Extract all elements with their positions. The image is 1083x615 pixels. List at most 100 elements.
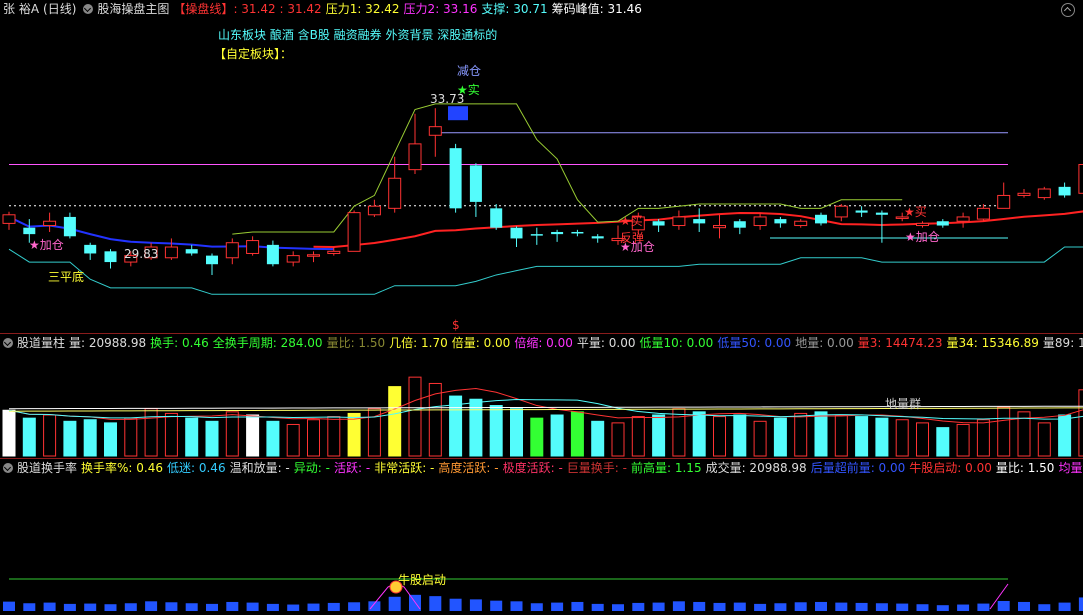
candle-body	[490, 208, 503, 228]
volume-bar	[266, 420, 280, 457]
volume-bar	[307, 419, 320, 457]
label-buy-3: ★买	[904, 205, 927, 219]
volume-bar	[408, 376, 422, 457]
candle-body	[652, 221, 665, 226]
volume-bar	[225, 411, 239, 457]
turnover-bar	[652, 602, 665, 611]
label-add-position-3: ★加仓	[905, 230, 940, 244]
candle-body	[43, 220, 57, 227]
candle-body	[875, 212, 888, 215]
candle-body	[936, 221, 949, 226]
volume-bar	[611, 422, 625, 457]
candle-body	[794, 220, 808, 227]
volume-bar	[489, 405, 503, 457]
turnover-bar	[571, 601, 584, 611]
volume-bar	[692, 411, 706, 457]
turnover-bar	[429, 596, 442, 611]
turnover-bar	[449, 598, 462, 611]
volume-bar	[794, 412, 808, 457]
volume-bar	[976, 419, 990, 457]
turnover-bar	[206, 603, 218, 611]
turnover-bar	[307, 603, 320, 611]
turnover-bar	[530, 603, 543, 611]
candle-body	[449, 148, 462, 209]
turnover-pane[interactable]: 股道换手率 换手率%: 0.46 低迷: 0.46 温和放量: - 异动: - 活跃: -…	[0, 459, 1083, 615]
candle-body	[571, 231, 584, 234]
turnover-bar	[84, 603, 97, 611]
volume-bar	[631, 416, 645, 457]
volume-bar	[104, 422, 117, 457]
volume-bar	[997, 406, 1011, 457]
volume-bar	[672, 408, 686, 457]
turnover-bar	[632, 602, 645, 611]
candle-body	[84, 244, 97, 254]
candle-body	[2, 214, 16, 224]
volume-bar	[895, 419, 909, 457]
turnover-bar	[896, 603, 909, 611]
turnover-chart[interactable]	[0, 459, 1083, 615]
turnover-bar	[693, 601, 706, 611]
dollar-marker: $	[452, 318, 460, 332]
turnover-bar	[246, 602, 259, 611]
turnover-bar	[368, 601, 381, 611]
candlestick-chart[interactable]	[0, 0, 1083, 333]
volume-bar	[388, 386, 402, 457]
turnover-bar	[936, 605, 949, 611]
turnover-bar	[997, 600, 1010, 611]
turnover-bar	[794, 602, 807, 611]
candle-body	[469, 165, 482, 202]
label-three-flat-bottom: 三平底	[48, 270, 85, 284]
candle-body	[327, 250, 341, 254]
volume-bar	[956, 423, 970, 457]
candle-body	[286, 255, 300, 263]
turnover-bar	[855, 602, 868, 611]
volume-bar	[753, 420, 767, 457]
candle-body	[834, 205, 848, 218]
volume-bar	[347, 412, 361, 457]
volume-bar	[530, 417, 544, 457]
volume-bar	[124, 417, 138, 457]
label-bull-start: 牛股启动	[398, 573, 447, 587]
volume-bar	[367, 408, 381, 457]
candle-body	[63, 216, 76, 237]
volume-bar	[875, 417, 889, 457]
candle-body	[530, 234, 543, 236]
turnover-bar	[875, 603, 888, 611]
volume-bar	[1037, 422, 1051, 457]
label-low-volume-group: 地量群	[885, 397, 922, 411]
candle-body	[976, 207, 990, 220]
candle-body	[855, 210, 868, 213]
turnover-bar	[63, 603, 76, 611]
turnover-bar	[124, 603, 137, 611]
turnover-bar	[815, 601, 827, 611]
volume-bar	[1058, 414, 1072, 457]
turnover-bar	[977, 603, 990, 611]
volume-bar	[550, 414, 564, 457]
volume-bar	[773, 417, 787, 457]
volume-bar	[164, 412, 178, 457]
candle-body	[428, 126, 442, 136]
volume-bar	[652, 414, 666, 457]
turnover-bar	[713, 602, 726, 611]
turnover-bar	[490, 600, 503, 611]
turnover-bar	[3, 601, 15, 611]
turnover-bar	[104, 604, 117, 611]
volume-bar	[936, 427, 950, 457]
label-reduce: 减仓	[457, 64, 482, 78]
candle-body	[307, 254, 320, 257]
volume-bar	[205, 420, 219, 457]
volume-bar	[570, 411, 584, 457]
candle-body	[815, 214, 827, 224]
main-chart-pane[interactable]: 张 裕A (日线) 股海操盘主图 【操盘线】: 31.42 : 31.42 压力1: 3…	[0, 0, 1083, 333]
volume-pane[interactable]: 股道量柱 量: 20988.98 换手: 0.46 全换手周期: 284.00 量比: …	[0, 334, 1083, 458]
candle-body	[774, 219, 787, 224]
turnover-bar	[1018, 601, 1030, 611]
candle-body	[1037, 188, 1051, 199]
candle-body	[956, 216, 970, 222]
volume-bar	[733, 414, 747, 457]
turnover-bar	[1038, 604, 1051, 611]
volume-bar	[144, 408, 158, 457]
turnover-bar	[916, 604, 929, 611]
label-low-price: 29.83	[124, 247, 159, 261]
candle-body	[104, 251, 117, 263]
